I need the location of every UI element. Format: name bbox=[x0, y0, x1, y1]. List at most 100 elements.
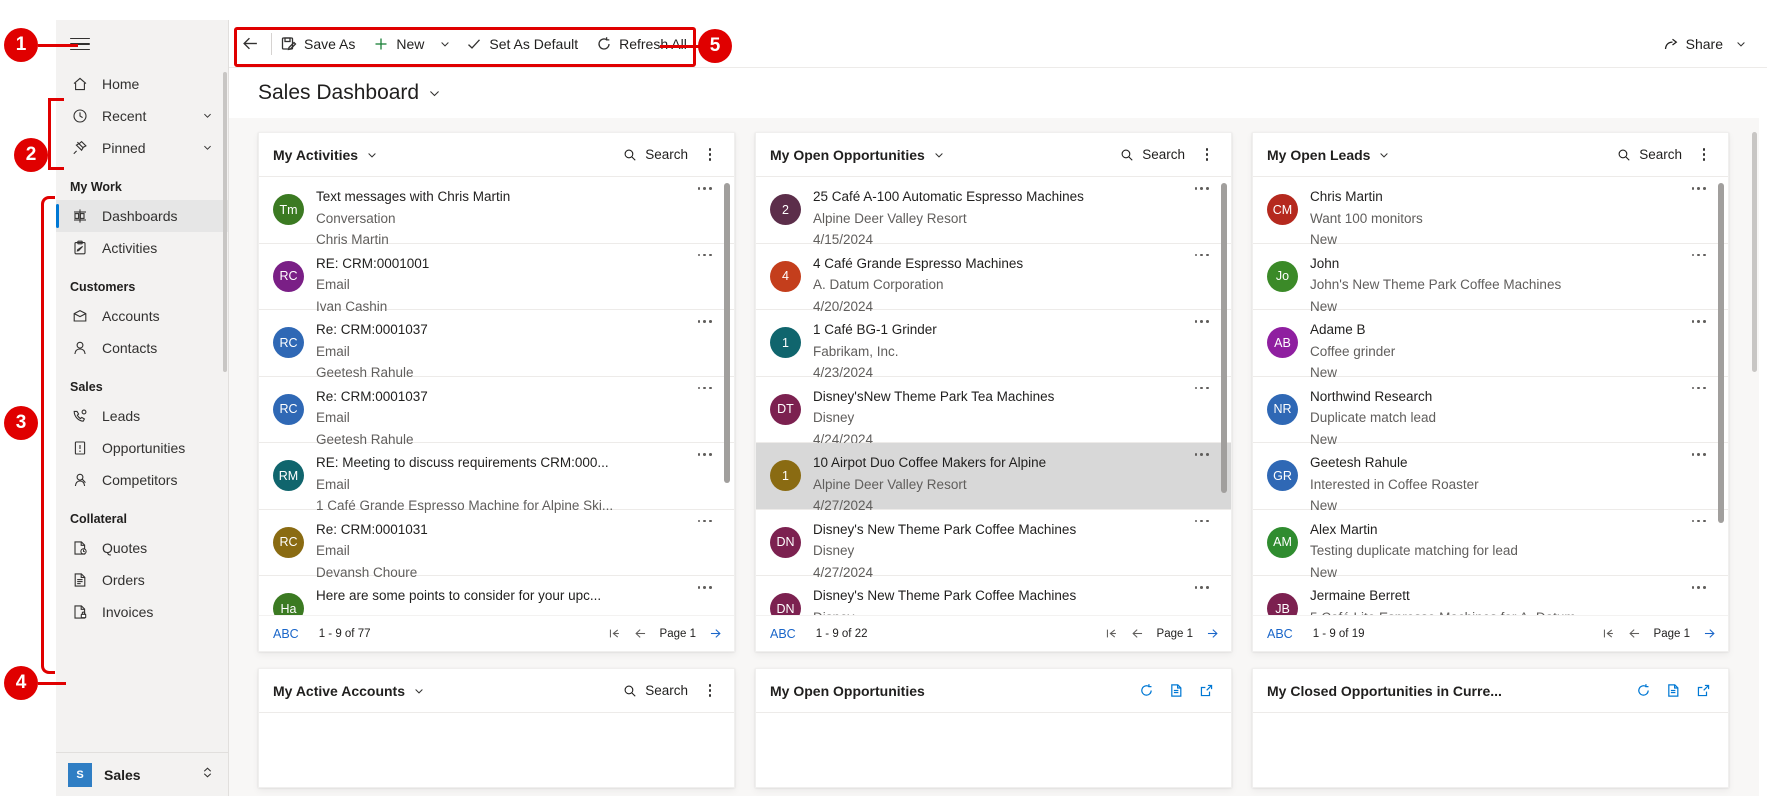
popout-icon[interactable] bbox=[1193, 678, 1219, 704]
list-item-more-icon[interactable] bbox=[697, 453, 712, 456]
list-item[interactable]: Ha Here are some points to consider for … bbox=[259, 576, 734, 615]
sidebar-item-invoices[interactable]: Invoices bbox=[56, 596, 228, 628]
sidebar-item-leads[interactable]: Leads bbox=[56, 400, 228, 432]
list-item[interactable]: NR Northwind Research Duplicate match le… bbox=[1253, 377, 1728, 447]
list-item[interactable]: JB Jermaine Berrett 5 Café Lite Espresso… bbox=[1253, 576, 1728, 615]
refresh-icon[interactable] bbox=[1630, 678, 1656, 704]
list-item[interactable]: GR Geetesh Rahule Interested in Coffee R… bbox=[1253, 443, 1728, 513]
next-page-button[interactable] bbox=[1206, 627, 1219, 640]
search-input[interactable]: Search bbox=[617, 143, 694, 166]
sidebar-item-orders[interactable]: Orders bbox=[56, 564, 228, 596]
sidebar-item-activities[interactable]: Activities bbox=[56, 232, 228, 264]
app-switcher[interactable]: S Sales bbox=[56, 752, 228, 796]
list-item[interactable]: RC Re: CRM:0001037 Email Geetesh Rahule bbox=[259, 377, 734, 447]
back-arrow-icon[interactable] bbox=[229, 35, 271, 52]
chevron-up-down-icon[interactable] bbox=[201, 766, 214, 784]
sidebar-item-pinned[interactable]: Pinned bbox=[56, 132, 228, 164]
card-view-chevron-down-icon[interactable] bbox=[413, 685, 425, 697]
sidebar-item-dashboards[interactable]: Dashboards bbox=[56, 200, 228, 232]
refresh-icon[interactable] bbox=[1133, 678, 1159, 704]
list-item[interactable]: 1 10 Airpot Duo Coffee Makers for Alpine… bbox=[756, 443, 1231, 513]
card-more-icon[interactable] bbox=[1692, 142, 1716, 168]
card-list-scrollbar[interactable] bbox=[1221, 183, 1227, 493]
list-item[interactable]: DN Disney's New Theme Park Coffee Machin… bbox=[756, 576, 1231, 615]
list-item-more-icon[interactable] bbox=[1691, 320, 1706, 323]
list-item-more-icon[interactable] bbox=[1194, 320, 1209, 323]
first-page-button[interactable] bbox=[1105, 627, 1118, 640]
list-item[interactable]: Tm Text messages with Chris Martin Conve… bbox=[259, 177, 734, 247]
list-item[interactable]: DN Disney's New Theme Park Coffee Machin… bbox=[756, 510, 1231, 580]
chevron-down-icon[interactable] bbox=[202, 108, 216, 124]
new-dropdown-chevron-down-icon[interactable] bbox=[433, 26, 457, 62]
chevron-down-icon[interactable] bbox=[202, 140, 216, 156]
list-item-more-icon[interactable] bbox=[697, 253, 712, 257]
list-item-more-icon[interactable] bbox=[697, 586, 712, 589]
sidebar-item-accounts[interactable]: Accounts bbox=[56, 300, 228, 332]
list-item-more-icon[interactable] bbox=[1194, 453, 1209, 456]
list-item-more-icon[interactable] bbox=[1691, 386, 1706, 390]
list-item-more-icon[interactable] bbox=[1194, 386, 1209, 390]
sidebar-item-competitors[interactable]: Competitors bbox=[56, 464, 228, 496]
card-more-icon[interactable] bbox=[698, 678, 722, 704]
list-item-more-icon[interactable] bbox=[1194, 519, 1209, 523]
list-item-more-icon[interactable] bbox=[1194, 187, 1209, 190]
set-as-default-button[interactable]: Set As Default bbox=[457, 26, 587, 62]
card-list-scrollbar[interactable] bbox=[1718, 183, 1724, 523]
card-more-icon[interactable] bbox=[1195, 142, 1219, 168]
list-item-more-icon[interactable] bbox=[1691, 453, 1706, 456]
list-item[interactable]: DT Disney'sNew Theme Park Tea Machines D… bbox=[756, 377, 1231, 447]
list-item-more-icon[interactable] bbox=[697, 519, 712, 523]
list-item[interactable]: 1 1 Café BG-1 Grinder Fabrikam, Inc. 4/2… bbox=[756, 310, 1231, 380]
share-button[interactable]: Share bbox=[1657, 27, 1729, 61]
previous-page-button[interactable] bbox=[634, 627, 647, 640]
save-as-button[interactable]: Save As bbox=[272, 26, 364, 62]
alpha-index-button[interactable]: ABC bbox=[1267, 627, 1293, 641]
list-item-more-icon[interactable] bbox=[1691, 519, 1706, 523]
list-item[interactable]: 2 25 Café A-100 Automatic Espresso Machi… bbox=[756, 177, 1231, 247]
list-item[interactable]: 4 4 Café Grande Espresso Machines A. Dat… bbox=[756, 244, 1231, 314]
share-chevron-down-icon[interactable] bbox=[1729, 26, 1753, 62]
search-input[interactable]: Search bbox=[1114, 143, 1191, 166]
list-item[interactable]: RC Re: CRM:0001037 Email Geetesh Rahule bbox=[259, 310, 734, 380]
list-item-more-icon[interactable] bbox=[697, 386, 712, 390]
list-item[interactable]: RM RE: Meeting to discuss requirements C… bbox=[259, 443, 734, 513]
alpha-index-button[interactable]: ABC bbox=[273, 627, 299, 641]
list-item[interactable]: RC RE: CRM:0001001 Email Ivan Cashin bbox=[259, 244, 734, 314]
next-page-button[interactable] bbox=[1703, 627, 1716, 640]
list-item[interactable]: RC Re: CRM:0001031 Email Devansh Choure bbox=[259, 510, 734, 580]
list-item-more-icon[interactable] bbox=[1691, 253, 1706, 257]
previous-page-button[interactable] bbox=[1628, 627, 1641, 640]
sidebar-item-contacts[interactable]: Contacts bbox=[56, 332, 228, 364]
first-page-button[interactable] bbox=[1602, 627, 1615, 640]
search-input[interactable]: Search bbox=[617, 679, 694, 702]
list-item-more-icon[interactable] bbox=[697, 320, 712, 323]
list-item-more-icon[interactable] bbox=[1194, 253, 1209, 257]
canvas-scrollbar[interactable] bbox=[1752, 132, 1757, 372]
popout-icon[interactable] bbox=[1690, 678, 1716, 704]
list-item[interactable]: AB Adame B Coffee grinder New bbox=[1253, 310, 1728, 380]
previous-page-button[interactable] bbox=[1131, 627, 1144, 640]
dashboard-selector-chevron-down-icon[interactable] bbox=[428, 87, 441, 100]
sidebar-item-home[interactable]: Home bbox=[56, 68, 228, 100]
alpha-index-button[interactable]: ABC bbox=[770, 627, 796, 641]
card-view-chevron-down-icon[interactable] bbox=[366, 149, 378, 161]
next-page-button[interactable] bbox=[709, 627, 722, 640]
search-input[interactable]: Search bbox=[1611, 143, 1688, 166]
sidebar-item-opportunities[interactable]: Opportunities bbox=[56, 432, 228, 464]
card-view-chevron-down-icon[interactable] bbox=[933, 149, 945, 161]
report-icon[interactable] bbox=[1163, 678, 1189, 704]
sidebar-scrollbar[interactable] bbox=[223, 72, 227, 372]
list-item-more-icon[interactable] bbox=[1691, 586, 1706, 589]
list-item[interactable]: Jo John John's New Theme Park Coffee Mac… bbox=[1253, 244, 1728, 314]
report-icon[interactable] bbox=[1660, 678, 1686, 704]
new-button[interactable]: New bbox=[364, 26, 433, 62]
sidebar-item-recent[interactable]: Recent bbox=[56, 100, 228, 132]
list-item[interactable]: CM Chris Martin Want 100 monitors New bbox=[1253, 177, 1728, 247]
card-list-scrollbar[interactable] bbox=[724, 183, 730, 483]
list-item-more-icon[interactable] bbox=[1194, 586, 1209, 589]
first-page-button[interactable] bbox=[608, 627, 621, 640]
card-view-chevron-down-icon[interactable] bbox=[1378, 149, 1390, 161]
sidebar-item-quotes[interactable]: Quotes bbox=[56, 532, 228, 564]
list-item-more-icon[interactable] bbox=[1691, 187, 1706, 190]
list-item-more-icon[interactable] bbox=[697, 187, 712, 190]
